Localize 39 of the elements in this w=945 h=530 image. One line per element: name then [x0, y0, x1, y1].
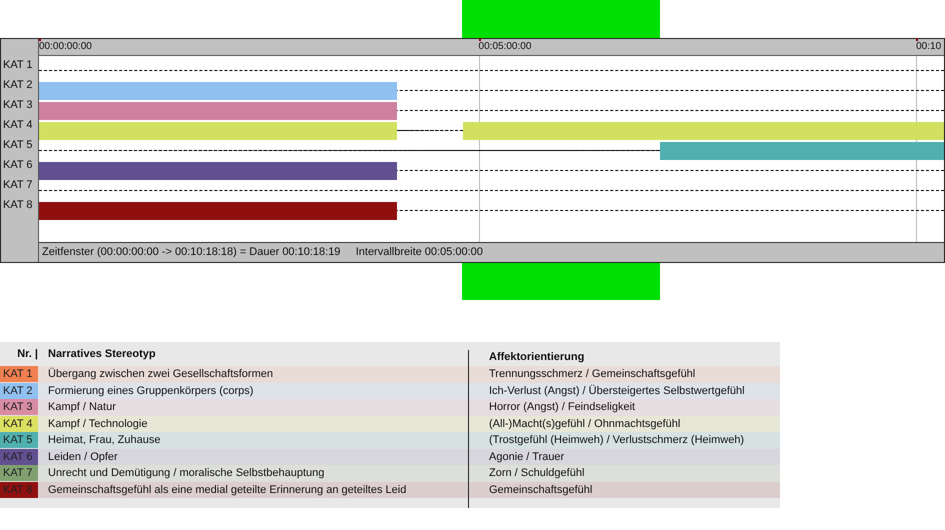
category-tag: KAT 8 [0, 482, 38, 498]
category-tag: KAT 2 [0, 382, 38, 399]
row-label: KAT 8 [2, 198, 34, 213]
affect-text: Gemeinschaftsgefühl [488, 482, 594, 498]
stereotype-text: Kampf / Technologie [47, 416, 148, 432]
stereotype-text: Leiden / Opfer [47, 450, 119, 464]
row-label: KAT 1 [2, 58, 34, 73]
category-tag: KAT 6 [0, 448, 38, 465]
affect-text: Horror (Angst) / Feindseligkeit [488, 400, 636, 415]
tick-label: 00:05:00:00 [478, 40, 532, 54]
tick-label: 00:10 [916, 40, 942, 54]
category-tag: KAT 4 [0, 416, 38, 432]
column-header: Narratives Stereotyp [47, 346, 157, 362]
row-label: KAT 4 [2, 118, 34, 133]
category-tag: KAT 5 [0, 432, 38, 448]
affect-text: (Trostgefühl (Heimweh) / Verlustschmerz (Heimweh) [488, 433, 746, 448]
affect-text: Agonie / Trauer [488, 450, 566, 464]
stereotype-text: Übergang zwischen zwei Gesellschaftsformen [47, 366, 274, 382]
category-tag: KAT 1 [0, 366, 38, 382]
row-label: KAT 2 [2, 78, 34, 93]
stereotype-text: Gemeinschaftsgefühl als eine medial geteilte Erinnerung an geteiltes Leid [47, 482, 408, 498]
row-label: KAT 5 [2, 138, 34, 153]
stereotype-text: Formierung eines Gruppenkörpers (corps) [47, 384, 254, 398]
affect-text: Ich-Verlust (Angst) / Übersteigertes Selbstwertgefühl [488, 384, 746, 398]
stereotype-text: Unrecht und Demütigung / moralische Selbstbehauptung [47, 466, 326, 481]
column-header: Nr. | [16, 346, 38, 362]
column-header: Affektorientierung [488, 350, 586, 365]
affect-text: Trennungsschmerz / Gemeinschaftsgefühl [488, 367, 696, 382]
stereotype-text: Kampf / Natur [47, 400, 117, 415]
row-label: KAT 7 [2, 178, 34, 193]
status-text: Zeitfenster (00:00:00:00 -> 00:10:18:18) = Dauer 00:10:18:19 Intervallbreite 00:05:00:00 [39, 242, 944, 262]
category-tag: KAT 3 [0, 399, 38, 416]
stereotype-text: Heimat, Frau, Zuhause [47, 433, 162, 448]
affect-text: (All-)Macht(s)gefühl / Ohnmachtsgefühl [488, 416, 682, 432]
row-label: KAT 6 [2, 158, 34, 173]
row-label: KAT 3 [2, 98, 34, 113]
tick-label: 00:00:00:00 [39, 40, 92, 54]
category-tag: KAT 7 [0, 465, 38, 482]
affect-text: Zorn / Schuldgefühl [488, 466, 586, 481]
